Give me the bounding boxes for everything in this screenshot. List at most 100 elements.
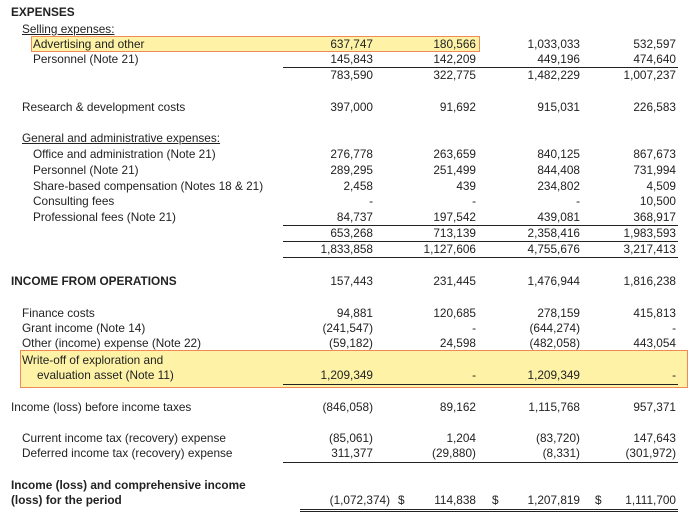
- pretax-v4: 957,371: [633, 400, 676, 414]
- final-v4: 1,111,700: [625, 493, 676, 507]
- ga-total-bottom-rule: [283, 257, 678, 258]
- ga-sbc-v4: 4,509: [646, 179, 676, 193]
- ga-professional-v3: 439,081: [537, 210, 580, 224]
- writeoff-label-line1: Write-off of exploration and: [22, 353, 164, 367]
- ga-personnel-label: Personnel (Note 21): [33, 163, 139, 177]
- final-currency-4: $: [595, 493, 602, 507]
- finance-costs-label: Finance costs: [22, 306, 95, 320]
- operations-label: INCOME FROM OPERATIONS: [11, 274, 177, 288]
- ga-professional-label: Professional fees (Note 21): [33, 210, 176, 224]
- expenses-heading: EXPENSES: [11, 5, 75, 19]
- current-tax-v4: 147,643: [633, 431, 676, 445]
- pretax-v1: (846,058): [322, 400, 374, 414]
- ga-sbc-v3: 234,802: [537, 179, 580, 193]
- deferred-tax-v2: (29,880): [432, 446, 476, 460]
- ga-consulting-v1: -: [369, 194, 373, 208]
- advertising-v1: 637,747: [330, 37, 373, 51]
- ga-consulting-v4: 10,500: [639, 194, 676, 208]
- grant-income-v4: -: [672, 321, 676, 335]
- ga-professional-v1: 84,737: [336, 210, 373, 224]
- advertising-v4: 532,597: [633, 37, 676, 51]
- final-v2: 114,838: [434, 493, 476, 507]
- finance-costs-v4: 415,813: [633, 306, 676, 320]
- ga-personnel-v4: 731,994: [633, 163, 676, 177]
- research-v2: 91,692: [439, 100, 476, 114]
- current-tax-v1: (85,061): [329, 431, 373, 445]
- writeoff-v1: 1,209,349: [320, 368, 373, 382]
- pretax-label: Income (loss) before income taxes: [11, 400, 192, 414]
- ga-office-v4: 867,673: [633, 147, 676, 161]
- operations-v4: 1,816,238: [623, 274, 676, 288]
- writeoff-rule: [283, 384, 678, 385]
- operations-v1: 157,443: [330, 274, 373, 288]
- writeoff-label-line2: evaluation asset (Note 11): [37, 368, 174, 382]
- ga-subtotal-v3: 2,358,416: [527, 226, 580, 240]
- selling-subtotal-v4: 1,007,237: [623, 68, 676, 82]
- ga-total-v3: 4,755,676: [527, 242, 580, 256]
- selling-personnel-v4: 474,640: [633, 52, 676, 66]
- writeoff-v3: 1,209,349: [527, 368, 580, 382]
- other-expense-v3: (482,058): [529, 336, 581, 350]
- selling-personnel-label: Personnel (Note 21): [33, 52, 139, 66]
- pretax-v2: 89,162: [439, 400, 476, 414]
- selling-personnel-v2: 142,209: [433, 52, 476, 66]
- ga-subtotal-v1: 653,268: [330, 226, 373, 240]
- other-expense-label: Other (income) expense (Note 22): [22, 336, 201, 350]
- other-expense-v4: 443,054: [633, 336, 676, 350]
- ga-total-v1: 1,833,858: [320, 242, 373, 256]
- research-v4: 226,583: [633, 100, 676, 114]
- current-tax-label: Current income tax (recovery) expense: [22, 431, 226, 445]
- selling-personnel-v3: 449,196: [537, 52, 580, 66]
- grant-income-v1: (241,547): [322, 321, 374, 335]
- ga-sbc-v2: 439: [456, 179, 476, 193]
- advertising-v3: 1,033,033: [527, 37, 580, 51]
- ga-subtotal-v4: 1,983,593: [623, 226, 676, 240]
- deferred-tax-v4: (301,972): [625, 446, 677, 460]
- ga-personnel-v1: 289,295: [330, 163, 373, 177]
- ga-total-v4: 3,217,413: [623, 242, 676, 256]
- finance-costs-v1: 94,881: [336, 306, 373, 320]
- other-expense-v2: 24,598: [439, 336, 476, 350]
- ga-office-v2: 263,659: [433, 147, 476, 161]
- ga-professional-v2: 197,542: [433, 210, 476, 224]
- ga-office-label: Office and administration (Note 21): [33, 147, 216, 161]
- deferred-tax-label: Deferred income tax (recovery) expense: [22, 446, 233, 460]
- ga-consulting-v3: -: [576, 194, 580, 208]
- research-label: Research & development costs: [22, 100, 186, 114]
- ga-professional-v4: 368,917: [633, 210, 676, 224]
- ga-personnel-v2: 251,499: [433, 163, 476, 177]
- finance-costs-v3: 278,159: [537, 306, 580, 320]
- operations-v2: 231,445: [433, 274, 476, 288]
- finance-costs-v2: 120,685: [433, 306, 476, 320]
- final-label-line2: (loss) for the period: [11, 493, 122, 507]
- advertising-label: Advertising and other: [33, 37, 145, 51]
- ga-office-v1: 276,778: [330, 147, 373, 161]
- grant-income-label: Grant income (Note 14): [22, 321, 146, 335]
- final-v3: 1,207,819: [527, 493, 580, 507]
- research-v1: 397,000: [330, 100, 373, 114]
- selling-subtotal-v3: 1,482,229: [527, 68, 580, 82]
- selling-subtotal-v1: 783,590: [330, 68, 373, 82]
- pretax-v3: 1,115,768: [528, 400, 580, 414]
- final-label-line1: Income (loss) and comprehensive income: [11, 478, 246, 492]
- research-v3: 915,031: [537, 100, 580, 114]
- ga-consulting-label: Consulting fees: [33, 194, 115, 208]
- ga-office-v3: 840,125: [537, 147, 580, 161]
- deferred-tax-v1: 311,377: [331, 446, 373, 460]
- ga-consulting-v2: -: [472, 194, 476, 208]
- grant-income-v3: (644,274): [529, 321, 581, 335]
- writeoff-v4: -: [672, 368, 676, 382]
- advertising-v2: 180,566: [433, 37, 476, 51]
- selling-expenses-label: Selling expenses:: [22, 22, 115, 36]
- grant-income-v2: -: [472, 321, 476, 335]
- writeoff-v2: -: [472, 368, 476, 382]
- tax-rule: [283, 462, 678, 463]
- final-currency-3: $: [492, 493, 499, 507]
- operations-v3: 1,476,944: [527, 274, 580, 288]
- current-tax-v2: 1,204: [446, 431, 476, 445]
- ga-sbc-v1: 2,458: [343, 179, 373, 193]
- final-double-rule: [300, 509, 678, 512]
- ga-subtotal-v2: 713,139: [433, 226, 476, 240]
- ga-sbc-label: Share-based compensation (Notes 18 & 21): [33, 179, 264, 193]
- ga-personnel-v3: 844,408: [537, 163, 580, 177]
